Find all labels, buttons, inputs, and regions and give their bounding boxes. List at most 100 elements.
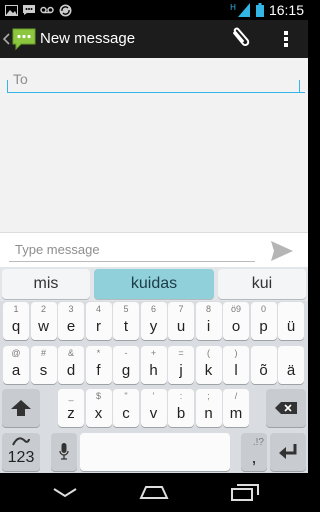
key-label: a <box>11 362 21 379</box>
key-label: t <box>123 318 129 335</box>
key-y[interactable]: 6y <box>140 302 167 340</box>
key-v[interactable]: ' v <box>140 389 167 427</box>
key-õ[interactable]: õ <box>250 346 277 384</box>
key-alt-label: ' <box>152 391 155 401</box>
space-key[interactable] <box>80 433 230 471</box>
key-label: c <box>122 405 130 422</box>
overflow-menu-icon[interactable] <box>276 26 296 52</box>
key-alt-label: # <box>40 348 46 358</box>
key-label: õ <box>259 362 268 379</box>
key-f[interactable]: * f <box>85 346 112 384</box>
key-w[interactable]: 2w <box>30 302 57 340</box>
key-p[interactable]: 0p <box>250 302 277 340</box>
home-icon[interactable] <box>134 479 174 505</box>
signal-icon <box>237 3 251 17</box>
key-l[interactable]: ) l <box>223 346 249 384</box>
key-b[interactable]: :b <box>168 389 194 427</box>
key-r[interactable]: 4r <box>85 302 112 340</box>
message-input[interactable] <box>9 237 255 262</box>
key-alt-label: : <box>179 391 183 401</box>
swype-logo-icon <box>12 437 30 446</box>
key-n[interactable]: ; n <box>195 389 222 427</box>
key-label: p <box>259 318 268 335</box>
key-label: d <box>66 362 76 379</box>
key-label: ü <box>286 318 296 335</box>
voice-input-key[interactable] <box>51 433 77 471</box>
key-u[interactable]: 7u <box>168 302 194 340</box>
suggestion-3[interactable]: kui <box>218 269 306 299</box>
key-t[interactable]: 5t <box>113 302 139 340</box>
key-h[interactable]: + h <box>140 346 167 384</box>
key-alt-label: 4 <box>95 304 101 314</box>
messaging-app-icon[interactable] <box>11 26 37 52</box>
key-c[interactable]: " c <box>113 389 139 427</box>
recent-apps-icon[interactable] <box>225 479 265 505</box>
attach-paperclip-icon[interactable] <box>226 26 252 52</box>
sms-icon <box>22 3 36 17</box>
key-alt-label: 7 <box>178 304 184 314</box>
key-label: b <box>176 405 186 422</box>
navigation-bar <box>0 473 308 512</box>
key-alt-label: ) <box>234 348 238 358</box>
key-alt-label: + <box>150 348 157 358</box>
key-alt-label: @ <box>11 348 21 358</box>
numbers-symbols-key[interactable]: 123 <box>2 433 40 471</box>
key-alt-label: " <box>124 391 128 401</box>
key-ä[interactable]: ä <box>278 346 304 384</box>
suggestion-1[interactable]: mis <box>2 269 90 299</box>
key-e[interactable]: 3e <box>58 302 84 340</box>
key-alt-label: $ <box>95 391 101 401</box>
key-label: e <box>66 318 76 335</box>
key-label: r <box>96 318 101 335</box>
message-bar <box>0 232 308 268</box>
key-m[interactable]: / m <box>223 389 249 427</box>
input-underline-edge <box>7 80 8 92</box>
key-ü[interactable]: ü <box>278 302 304 340</box>
punctuation-key[interactable]: .!? , <box>241 433 267 471</box>
key-label: x <box>94 405 103 422</box>
key-g[interactable]: -g <box>113 346 139 384</box>
notification-icons <box>4 2 72 18</box>
key-j[interactable]: = j <box>168 346 194 384</box>
key-label: u <box>176 318 186 335</box>
key-alt-label: 6 <box>150 304 156 314</box>
key-label: k <box>204 362 213 379</box>
voicemail-icon <box>40 3 54 17</box>
key-alt-label: * <box>96 348 101 358</box>
key-o[interactable]: ö9 o <box>223 302 249 340</box>
key-alt-label: _ <box>68 391 74 401</box>
key-alt-label: ö9 <box>230 304 241 314</box>
key-alt-label: 3 <box>68 304 74 314</box>
suggestion-2[interactable]: kuidas <box>94 269 214 299</box>
key-label: m <box>229 405 243 422</box>
shift-key[interactable] <box>2 389 40 427</box>
key-alt-label: ( <box>207 348 210 358</box>
key-label: n <box>204 405 213 422</box>
send-icon[interactable] <box>268 238 296 264</box>
key-a[interactable]: @ a <box>3 346 29 384</box>
backspace-key[interactable] <box>266 389 306 427</box>
back-chevron-icon[interactable] <box>2 30 10 48</box>
enter-key[interactable] <box>270 433 306 471</box>
recipient-input[interactable] <box>7 66 305 93</box>
key-q[interactable]: 1q <box>3 302 29 340</box>
key-i[interactable]: 8i <box>195 302 222 340</box>
key-alt-label: = <box>178 348 184 358</box>
back-icon[interactable] <box>45 479 85 505</box>
page-title: New message <box>40 30 136 47</box>
key-x[interactable]: $ x <box>85 389 112 427</box>
key-label: o <box>231 318 241 335</box>
key-alt-label: 1 <box>13 304 19 314</box>
key-label: v <box>149 405 158 422</box>
input-underline-edge <box>299 80 300 92</box>
key-label: s <box>39 362 48 379</box>
key-s[interactable]: # s <box>30 346 57 384</box>
status-indicators: H 16:15 <box>230 2 304 18</box>
key-label: h <box>149 362 158 379</box>
key-alt-label: - <box>124 348 128 358</box>
key-k[interactable]: (k <box>195 346 222 384</box>
key-z[interactable]: _ z <box>58 389 84 427</box>
action-bar: New message <box>0 20 308 58</box>
key-d[interactable]: & d <box>58 346 84 384</box>
key-label: g <box>121 362 131 379</box>
